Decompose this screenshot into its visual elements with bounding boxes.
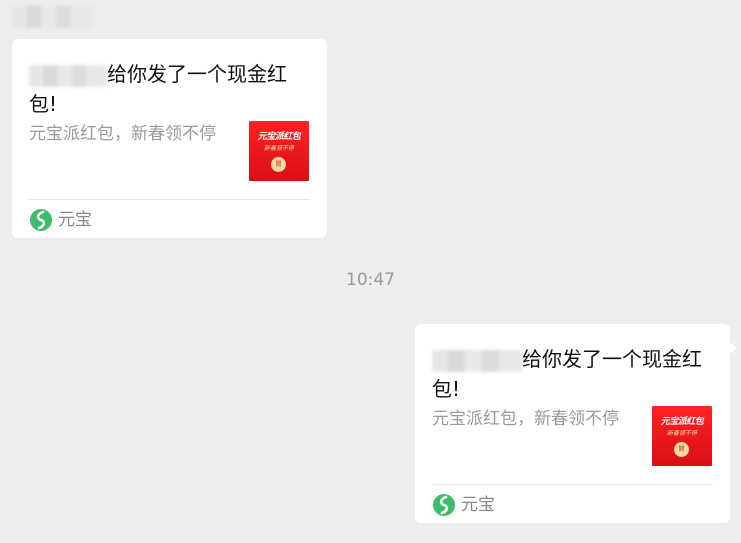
open-coin-icon: 開	[271, 157, 286, 172]
brand-label: 元宝	[58, 210, 92, 230]
red-envelope-thumbnail: 元宝派红包 新春领不停 開	[249, 121, 309, 181]
timestamp: 10:47	[346, 270, 395, 290]
red-envelope-card-incoming[interactable]: 给你发了一个现金红包! 元宝派红包，新春领不停 元宝派红包 新春领不停 開 元宝	[12, 39, 327, 238]
card-divider	[432, 484, 713, 485]
open-coin-icon: 開	[674, 442, 689, 457]
yuanbao-logo-icon	[433, 494, 455, 516]
envelope-title: 给你发了一个现金红包!	[29, 59, 314, 119]
card-divider	[29, 199, 310, 200]
thumbnail-subtitle: 新春领不停	[263, 145, 294, 152]
envelope-description: 元宝派红包，新春领不停	[432, 409, 619, 429]
sender-name-obscured	[12, 6, 92, 28]
thumbnail-subtitle: 新春领不停	[666, 430, 697, 437]
brand-label: 元宝	[461, 495, 495, 515]
sender-name-obscured	[432, 349, 522, 372]
thumbnail-title: 元宝派红包	[660, 417, 704, 427]
envelope-title: 给你发了一个现金红包!	[432, 344, 717, 404]
envelope-description: 元宝派红包，新春领不停	[29, 124, 216, 144]
yuanbao-logo-icon	[30, 209, 52, 231]
sender-name-obscured	[29, 64, 107, 87]
thumbnail-title: 元宝派红包	[257, 132, 301, 142]
red-envelope-card-outgoing[interactable]: 给你发了一个现金红包! 元宝派红包，新春领不停 元宝派红包 新春领不停 開 元宝	[415, 324, 737, 523]
red-envelope-thumbnail: 元宝派红包 新春领不停 開	[652, 406, 712, 466]
